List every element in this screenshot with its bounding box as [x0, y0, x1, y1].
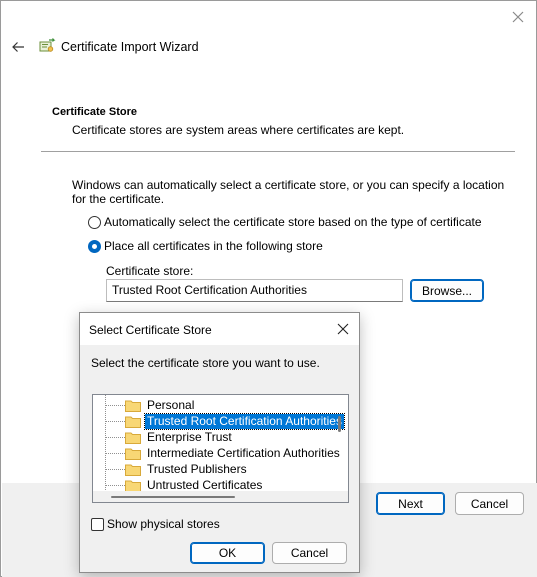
tree-connector	[105, 452, 127, 454]
radio-place-button[interactable]	[88, 239, 101, 253]
folder-icon	[125, 432, 141, 444]
browse-button[interactable]: Browse...	[410, 279, 484, 302]
section-description: Certificate stores are system areas wher…	[72, 123, 405, 137]
tree-connector	[105, 484, 127, 486]
radio-auto-select[interactable]: Automatically select the certificate sto…	[88, 215, 482, 229]
horizontal-scrollbar[interactable]	[93, 491, 348, 502]
cancel-button[interactable]: Cancel	[455, 492, 524, 515]
radio-auto-button[interactable]	[88, 215, 101, 229]
folder-icon	[125, 480, 141, 492]
dialog-titlebar: Select Certificate Store	[80, 313, 359, 345]
horizontal-scrollbar-thumb[interactable]	[111, 496, 235, 498]
radio-place-in-store[interactable]: Place all certificates in the following …	[88, 239, 323, 253]
tree-connector	[105, 468, 127, 470]
next-button[interactable]: Next	[376, 492, 445, 515]
folder-icon	[125, 416, 141, 428]
tree-connector	[105, 436, 127, 438]
store-field-label: Certificate store:	[106, 264, 194, 278]
radio-auto-label[interactable]: Automatically select the certificate sto…	[104, 215, 482, 229]
vertical-scrollbar-thumb[interactable]	[338, 416, 341, 432]
tree-connector	[105, 420, 127, 422]
tree-item-trusted-publishers[interactable]: Trusted Publishers	[93, 461, 249, 477]
close-icon[interactable]	[510, 9, 526, 25]
tree-label[interactable]: Intermediate Certification Authorities	[145, 446, 342, 461]
tree-label[interactable]: Enterprise Trust	[145, 430, 234, 445]
tree-item-intermediate[interactable]: Intermediate Certification Authorities	[93, 445, 342, 461]
dialog-title: Select Certificate Store	[89, 323, 212, 337]
tree-label-selected[interactable]: Trusted Root Certification Authorities	[144, 412, 345, 430]
section-title: Certificate Store	[52, 106, 137, 118]
show-physical-label[interactable]: Show physical stores	[107, 517, 220, 531]
dialog-cancel-button[interactable]: Cancel	[272, 542, 347, 564]
tree-item-trusted-root[interactable]: Trusted Root Certification Authorities	[93, 412, 345, 430]
show-physical-stores-option[interactable]: Show physical stores	[91, 517, 220, 531]
certificate-wizard-icon	[39, 38, 56, 52]
tree-label[interactable]: Personal	[145, 398, 196, 413]
tree-item-enterprise-trust[interactable]: Enterprise Trust	[93, 429, 234, 445]
tree-label[interactable]: Trusted Publishers	[145, 462, 249, 477]
header-divider	[41, 151, 515, 152]
back-arrow-icon[interactable]	[10, 39, 26, 55]
folder-icon	[125, 448, 141, 460]
wizard-title: Certificate Import Wizard	[61, 40, 199, 54]
certificate-store-field: Trusted Root Certification Authorities	[106, 279, 403, 302]
tree-connector	[105, 404, 127, 406]
close-icon[interactable]	[336, 322, 350, 336]
ok-button[interactable]: OK	[190, 542, 265, 564]
dialog-prompt: Select the certificate store you want to…	[91, 356, 320, 370]
folder-icon	[125, 400, 141, 412]
store-tree[interactable]: Personal Trusted Root Certification Auth…	[92, 394, 349, 503]
intro-text: Windows can automatically select a certi…	[72, 178, 505, 206]
show-physical-checkbox[interactable]	[91, 517, 104, 531]
tree-item-personal[interactable]: Personal	[93, 397, 196, 413]
radio-place-label[interactable]: Place all certificates in the following …	[104, 239, 323, 253]
select-certificate-store-dialog: Select Certificate Store Select the cert…	[79, 312, 360, 573]
folder-icon	[125, 464, 141, 476]
